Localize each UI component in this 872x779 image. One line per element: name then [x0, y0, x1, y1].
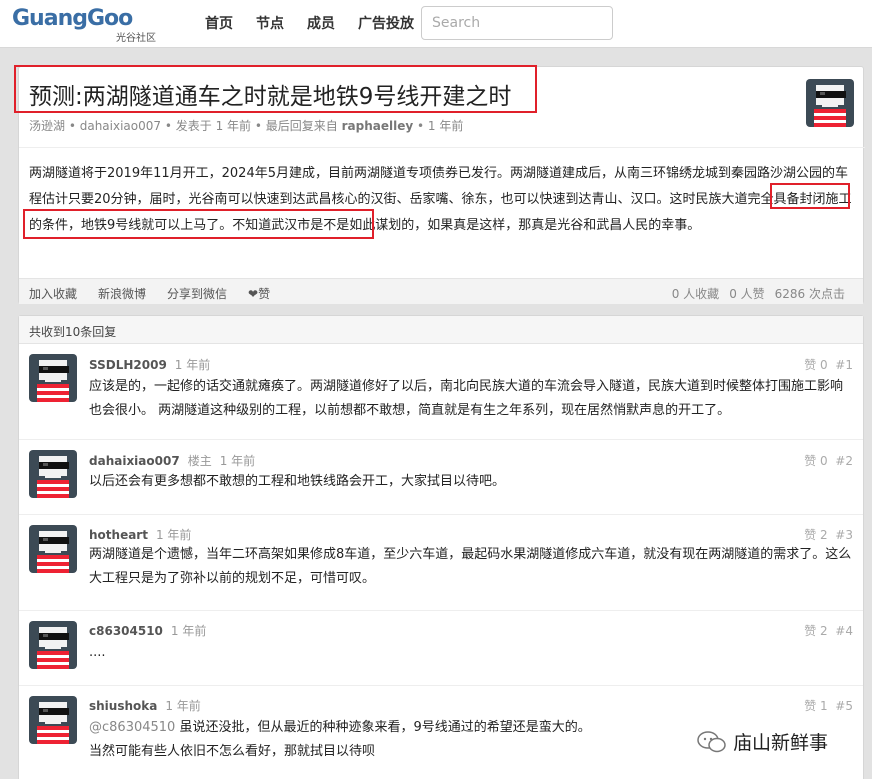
- topic-node[interactable]: 汤逊湖: [29, 119, 65, 133]
- reply-username[interactable]: shiushoka: [89, 699, 157, 713]
- avatar[interactable]: [29, 525, 77, 573]
- like-count: 0 人赞: [729, 287, 765, 301]
- replies-box: 共收到10条回复 SSDLH2009 1 年前 赞 0 #1 应该是的，一起修的话…: [18, 315, 864, 779]
- divider: [19, 147, 865, 148]
- last-reply-prefix: 最后回复来自: [265, 119, 338, 133]
- mention-link[interactable]: @c86304510: [89, 720, 175, 735]
- reply-item: hotheart 1 年前 赞 2 #3 两湖隧道是个遗憾，当年二环高架如果修成8…: [19, 515, 863, 611]
- reply-like-button[interactable]: 赞 2: [804, 624, 827, 638]
- logo-subtitle: 光谷社区: [116, 33, 156, 44]
- reply-time: 1 年前: [219, 454, 256, 468]
- avatar[interactable]: [29, 696, 77, 744]
- watermark-text: 庙山新鲜事: [733, 732, 829, 754]
- reply-item: SSDLH2009 1 年前 赞 0 #1 应该是的，一起修的话交通就瘫痪了。两湖…: [19, 345, 863, 440]
- search-input[interactable]: [421, 6, 613, 40]
- wechat-watermark: 庙山新鲜事: [697, 728, 828, 755]
- last-reply-user[interactable]: raphaelley: [342, 119, 414, 133]
- reply-username[interactable]: c86304510: [89, 624, 163, 638]
- reply-like-button[interactable]: 赞 0: [804, 358, 827, 372]
- op-badge: 楼主: [187, 454, 212, 468]
- avatar[interactable]: [29, 354, 77, 402]
- reply-text: 以后还会有更多想都不敢想的工程和地铁线路会开工，大家拭目以待吧。: [89, 474, 506, 489]
- content-highlight-box: [23, 209, 374, 239]
- reply-item: dahaixiao007 楼主 1 年前 赞 0 #2 以后还会有更多想都不敢想的工…: [19, 440, 863, 515]
- reply-floor: #4: [835, 624, 853, 638]
- topic-posted: 发表于 1 年前: [175, 119, 252, 133]
- main-nav: 首页 节点 成员 广告投放: [205, 13, 437, 33]
- topic-footer: 加入收藏 新浪微博 分享到微信 ❤赞 0 人收藏 0 人赞 6286 次点击: [19, 278, 863, 304]
- avatar[interactable]: [29, 450, 77, 498]
- reply-floor: #1: [835, 358, 853, 372]
- content-highlight-box: [770, 183, 850, 209]
- reply-time: 1 年前: [174, 358, 211, 372]
- reply-username[interactable]: dahaixiao007: [89, 454, 180, 468]
- reply-floor: #3: [835, 528, 853, 542]
- reply-text: 两湖隧道是个遗憾，当年二环高架如果修成8车道，至少六车道，最起码水果湖隧道修成六…: [89, 547, 852, 586]
- reply-username[interactable]: hotheart: [89, 528, 148, 542]
- reply-text: 应该是的，一起修的话交通就瘫痪了。两湖隧道修好了以后，南北向民族大道的车流会导入…: [89, 379, 844, 418]
- topic-box: 预测:两湖隧道通车之时就是地铁9号线开建之时 汤逊湖 • dahaixiao00…: [14, 65, 865, 304]
- reply-time: 1 年前: [165, 699, 201, 713]
- topic-author[interactable]: dahaixiao007: [80, 119, 161, 133]
- reply-text: ....: [89, 645, 106, 660]
- nav-nodes[interactable]: 节点: [256, 13, 284, 33]
- favorite-button[interactable]: 加入收藏: [29, 285, 77, 302]
- reply-like-button[interactable]: 赞 1: [804, 699, 827, 713]
- weibo-share-button[interactable]: 新浪微博: [98, 285, 146, 302]
- site-logo[interactable]: GuangGoo 光谷社区: [12, 6, 172, 44]
- topic-title: 预测:两湖隧道通车之时就是地铁9号线开建之时: [29, 84, 512, 110]
- wechat-icon: [697, 730, 726, 752]
- reply-time: 1 年前: [170, 624, 207, 638]
- avatar[interactable]: [29, 621, 77, 669]
- nav-home[interactable]: 首页: [205, 13, 233, 33]
- nav-members[interactable]: 成员: [307, 13, 335, 33]
- topic-meta: 汤逊湖 • dahaixiao007 • 发表于 1 年前 • 最后回复来自 r…: [29, 119, 464, 133]
- reply-floor: #2: [835, 454, 853, 468]
- reply-like-button[interactable]: 赞 2: [804, 528, 827, 542]
- favorite-count: 0 人收藏: [671, 287, 720, 301]
- wechat-share-button[interactable]: 分享到微信: [167, 285, 227, 302]
- nav-ads[interactable]: 广告投放: [358, 13, 414, 33]
- reply-like-button[interactable]: 赞 0: [804, 454, 827, 468]
- reply-floor: #5: [835, 699, 853, 713]
- reply-text-line1: 虽说还没批，但从最近的种种迹象来看，9号线通过的希望还是蛮大的。: [175, 720, 591, 735]
- reply-time: 1 年前: [155, 528, 192, 542]
- reply-item: c86304510 1 年前 赞 2 #4 ....: [19, 611, 863, 686]
- logo-text: GuangGoo: [12, 6, 133, 31]
- top-navbar: GuangGoo 光谷社区 首页 节点 成员 广告投放: [0, 0, 872, 48]
- reply-text-line2: 当然可能有些人依旧不怎么看好，那就拭目以待呗: [89, 744, 376, 759]
- like-button[interactable]: ❤赞: [248, 285, 270, 302]
- view-count: 6286 次点击: [774, 287, 845, 301]
- replies-count: 共收到10条回复: [19, 316, 863, 344]
- reply-username[interactable]: SSDLH2009: [89, 358, 167, 372]
- last-reply-time: 1 年前: [427, 119, 464, 133]
- author-avatar[interactable]: [806, 79, 854, 127]
